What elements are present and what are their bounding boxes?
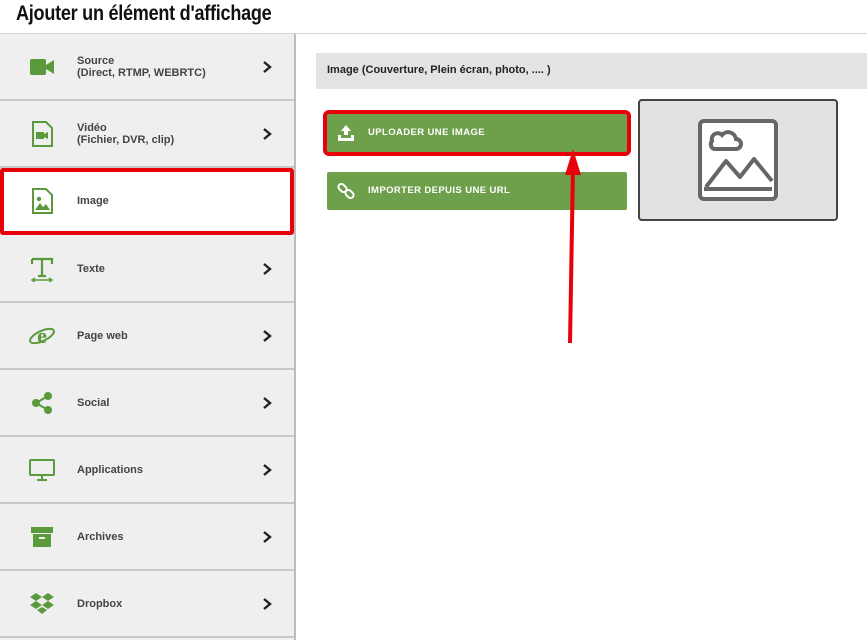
sidebar-item-label: Vidéo (Fichier, DVR, clip): [77, 121, 175, 146]
dropbox-icon: [27, 589, 57, 619]
sidebar-item-applications[interactable]: Applications: [0, 437, 294, 504]
sidebar-item-video[interactable]: Vidéo (Fichier, DVR, clip): [0, 101, 294, 168]
sidebar-item-label: Dropbox: [77, 597, 123, 610]
sidebar-item-label: Source (Direct, RTMP, WEBRTC): [77, 54, 206, 79]
sidebar-item-webpage[interactable]: e Page web: [0, 303, 294, 370]
sidebar-item-image[interactable]: Image: [0, 168, 294, 235]
upload-icon: [338, 125, 354, 141]
annotation-arrow: [565, 149, 581, 344]
monitor-icon: [27, 455, 57, 485]
upload-button-label: UPLOADER UNE IMAGE: [368, 127, 485, 138]
video-camera-icon: [27, 52, 57, 82]
chevron-right-icon: [263, 530, 272, 543]
text-icon: [27, 254, 57, 284]
sidebar-item-label: Texte: [77, 262, 105, 275]
share-icon: [27, 388, 57, 418]
chevron-right-icon: [263, 396, 272, 409]
svg-text:e: e: [37, 323, 47, 348]
dialog-header: Ajouter un élément d'affichage: [0, 0, 867, 34]
link-icon: [337, 182, 355, 200]
chevron-right-icon: [263, 329, 272, 342]
element-type-sidebar: Source (Direct, RTMP, WEBRTC) Vidéo (Fic…: [0, 34, 296, 640]
sidebar-item-text[interactable]: Texte: [0, 236, 294, 303]
image-file-icon: [27, 186, 57, 216]
section-title: Image (Couverture, Plein écran, photo, .…: [327, 64, 551, 76]
sidebar-item-label: Archives: [77, 530, 124, 543]
archive-box-icon: [27, 522, 57, 552]
page-title: Ajouter un élément d'affichage: [16, 2, 272, 25]
video-file-icon: [27, 119, 57, 149]
chevron-right-icon: [263, 262, 272, 275]
chevron-right-icon: [263, 597, 272, 610]
sidebar-item-label: Image: [77, 194, 109, 207]
sidebar-item-archives[interactable]: Archives: [0, 504, 294, 571]
url-button-label: IMPORTER DEPUIS UNE URL: [368, 185, 511, 196]
image-preview: [638, 99, 838, 221]
sidebar-item-dropbox[interactable]: Dropbox: [0, 571, 294, 638]
sidebar-item-label: Social: [77, 396, 110, 409]
image-placeholder-icon: [698, 119, 778, 201]
chevron-right-icon: [263, 127, 272, 140]
sidebar-item-label: Applications: [77, 463, 144, 476]
sidebar-item-source[interactable]: Source (Direct, RTMP, WEBRTC): [0, 34, 294, 101]
sidebar-item-label: Page web: [77, 329, 128, 342]
section-title-bar: Image (Couverture, Plein écran, photo, .…: [316, 53, 867, 89]
chevron-right-icon: [263, 60, 272, 73]
web-browser-icon: e: [27, 321, 57, 351]
chevron-right-icon: [263, 463, 272, 476]
sidebar-item-social[interactable]: Social: [0, 370, 294, 437]
